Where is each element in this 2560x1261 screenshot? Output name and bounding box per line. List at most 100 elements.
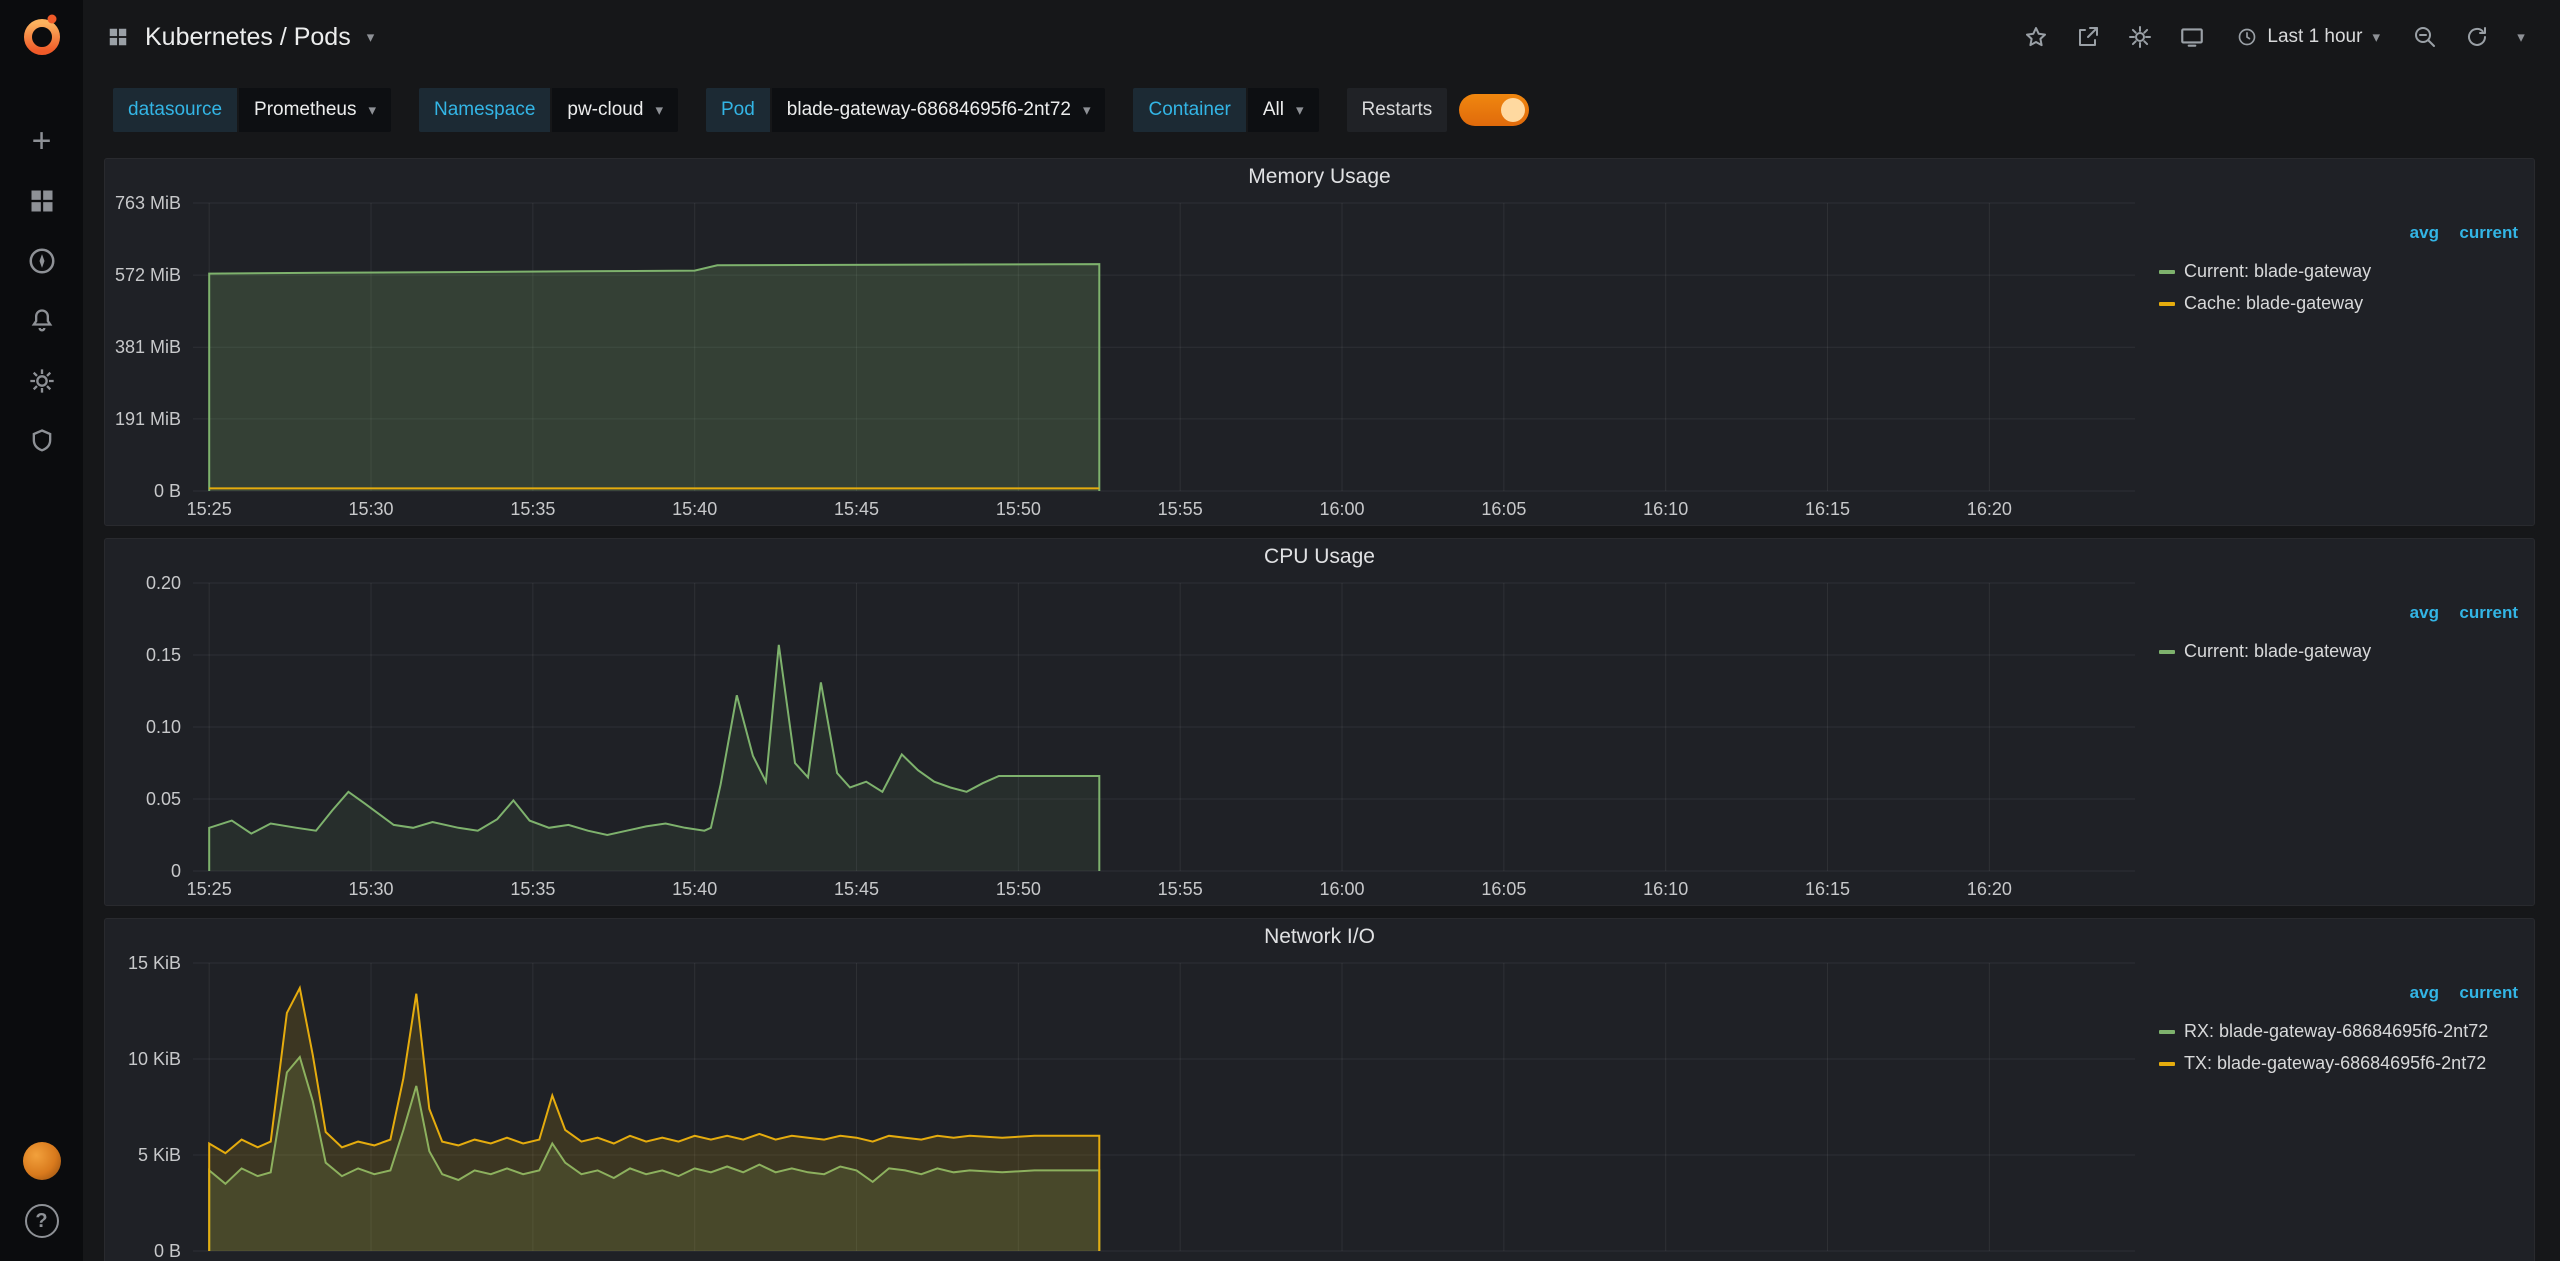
svg-text:0.10: 0.10 [146, 717, 181, 737]
svg-text:16:10: 16:10 [1643, 879, 1688, 899]
legend-item[interactable]: Cache: blade-gateway [2159, 293, 2518, 314]
svg-text:0: 0 [171, 861, 181, 881]
variable-value-pod[interactable]: blade-gateway-68684695f6-2nt72 ▾ [772, 88, 1106, 132]
dashboard-panels: Memory Usage 763 MiB 572 MiB 381 MiB 191 Mi… [83, 146, 2560, 1261]
chevron-down-icon: ▾ [2372, 28, 2380, 46]
svg-text:16:00: 16:00 [1319, 879, 1364, 899]
legend-item[interactable]: TX: blade-gateway-68684695f6-2nt72 [2159, 1053, 2518, 1074]
variable-label-pod: Pod [706, 88, 770, 132]
svg-text:15:30: 15:30 [348, 499, 393, 519]
legend-items: RX: blade-gateway-68684695f6-2nt72 TX: bl… [2159, 1021, 2518, 1074]
variable-value-text: pw-cloud [567, 99, 643, 121]
panel-title[interactable]: Network I/O [105, 919, 2534, 955]
sidebar-item-create[interactable]: + [0, 111, 83, 171]
legend-label: RX: blade-gateway-68684695f6-2nt72 [2184, 1021, 2488, 1042]
svg-text:15:30: 15:30 [348, 879, 393, 899]
variable-value-datasource[interactable]: Prometheus ▾ [239, 88, 391, 132]
refresh-dashboard-button[interactable] [2454, 15, 2500, 59]
svg-text:10 KiB: 10 KiB [128, 1049, 181, 1069]
variable-restarts: Restarts [1347, 88, 1530, 132]
legend-sort-current[interactable]: current [2459, 983, 2518, 1002]
dashboard-title-group[interactable]: Kubernetes / Pods ▾ [107, 23, 374, 52]
grafana-logo[interactable] [19, 12, 65, 63]
svg-text:16:20: 16:20 [1967, 879, 2012, 899]
network-io-chart[interactable]: 15 KiB10 KiB5 KiB0 B15:2515:3015:3515:40… [105, 955, 2145, 1261]
cpu-usage-chart[interactable]: 0.200.150.100.05015:2515:3015:3515:4015:… [105, 575, 2145, 905]
svg-text:16:15: 16:15 [1805, 499, 1850, 519]
svg-text:15:35: 15:35 [510, 499, 555, 519]
sidebar-bottom: ? [0, 1131, 83, 1251]
panel-title[interactable]: Memory Usage [105, 159, 2534, 195]
legend-sort-avg[interactable]: avg [2410, 983, 2439, 1002]
legend-item[interactable]: RX: blade-gateway-68684695f6-2nt72 [2159, 1021, 2518, 1042]
cycle-view-button[interactable] [2169, 15, 2215, 59]
plus-icon: + [32, 124, 52, 158]
memory-usage-legend: avg current Current: blade-gateway Cache:… [2145, 195, 2534, 525]
network-io-legend: avg current RX: blade-gateway-68684695f6… [2145, 955, 2534, 1261]
panel-body: 15 KiB10 KiB5 KiB0 B15:2515:3015:3515:40… [105, 955, 2534, 1261]
svg-text:0 B: 0 B [154, 481, 181, 501]
time-range-picker[interactable]: Last 1 hour ▾ [2221, 15, 2396, 59]
svg-text:15:35: 15:35 [510, 879, 555, 899]
sidebar-item-profile[interactable] [0, 1131, 83, 1191]
variable-value-text: All [1263, 99, 1284, 121]
clock-icon [2237, 27, 2257, 47]
svg-text:15:25: 15:25 [187, 879, 232, 899]
legend-label: TX: blade-gateway-68684695f6-2nt72 [2184, 1053, 2486, 1074]
legend-label: Current: blade-gateway [2184, 641, 2371, 662]
navbar-actions: Last 1 hour ▾ ▾ [2013, 15, 2536, 59]
legend-sort-current[interactable]: current [2459, 223, 2518, 242]
svg-text:15:50: 15:50 [996, 499, 1041, 519]
variable-value-namespace[interactable]: pw-cloud ▾ [552, 88, 678, 132]
legend-items: Current: blade-gateway Cache: blade-gatew… [2159, 261, 2518, 314]
sidebar-item-explore[interactable] [0, 231, 83, 291]
svg-text:16:10: 16:10 [1643, 499, 1688, 519]
svg-text:0.05: 0.05 [146, 789, 181, 809]
main-content: Kubernetes / Pods ▾ [83, 0, 2560, 1261]
svg-text:15:45: 15:45 [834, 879, 879, 899]
sidebar-item-server-admin[interactable] [0, 411, 83, 471]
chevron-down-icon: ▾ [2517, 28, 2525, 46]
sidebar-item-help[interactable]: ? [0, 1191, 83, 1251]
variable-value-container[interactable]: All ▾ [1248, 88, 1319, 132]
svg-text:0 B: 0 B [154, 1241, 181, 1261]
refresh-interval-dropdown[interactable]: ▾ [2506, 15, 2536, 59]
legend-sort-current[interactable]: current [2459, 603, 2518, 622]
svg-text:16:05: 16:05 [1481, 499, 1526, 519]
dashboard-navbar: Kubernetes / Pods ▾ [83, 0, 2560, 74]
refresh-icon [2465, 25, 2489, 49]
sidebar-item-alerting[interactable] [0, 291, 83, 351]
svg-text:572 MiB: 572 MiB [115, 265, 181, 285]
legend-sort-avg[interactable]: avg [2410, 223, 2439, 242]
svg-text:381 MiB: 381 MiB [115, 337, 181, 357]
chevron-down-icon: ▾ [368, 101, 376, 119]
variable-label-container: Container [1133, 88, 1245, 132]
variable-container: Container All ▾ [1133, 88, 1318, 132]
svg-text:763 MiB: 763 MiB [115, 195, 181, 213]
shield-icon [28, 427, 56, 455]
variable-value-text: blade-gateway-68684695f6-2nt72 [787, 99, 1071, 121]
sidebar-item-configuration[interactable] [0, 351, 83, 411]
share-dashboard-button[interactable] [2065, 15, 2111, 59]
share-icon [2076, 25, 2100, 49]
memory-usage-chart[interactable]: 763 MiB 572 MiB 381 MiB 191 MiB 0 B 15:25 15:3… [105, 195, 2145, 525]
star-dashboard-button[interactable] [2013, 15, 2059, 59]
svg-text:15 KiB: 15 KiB [128, 955, 181, 973]
dashboard-settings-button[interactable] [2117, 15, 2163, 59]
svg-text:16:15: 16:15 [1805, 879, 1850, 899]
sidebar-item-dashboards[interactable] [0, 171, 83, 231]
variable-label-namespace: Namespace [419, 88, 550, 132]
svg-text:191 MiB: 191 MiB [115, 409, 181, 429]
legend-sort-avg[interactable]: avg [2410, 603, 2439, 622]
svg-text:15:25: 15:25 [187, 499, 232, 519]
legend-item[interactable]: Current: blade-gateway [2159, 641, 2518, 662]
panel-title[interactable]: CPU Usage [105, 539, 2534, 575]
zoom-out-time-button[interactable] [2402, 15, 2448, 59]
svg-text:15:55: 15:55 [1158, 499, 1203, 519]
restarts-toggle[interactable] [1459, 94, 1529, 126]
legend-item[interactable]: Current: blade-gateway [2159, 261, 2518, 282]
legend-label: Cache: blade-gateway [2184, 293, 2363, 314]
legend-swatch [2159, 650, 2175, 654]
chevron-down-icon: ▾ [655, 101, 663, 119]
legend-links: avg current [2159, 983, 2518, 1003]
